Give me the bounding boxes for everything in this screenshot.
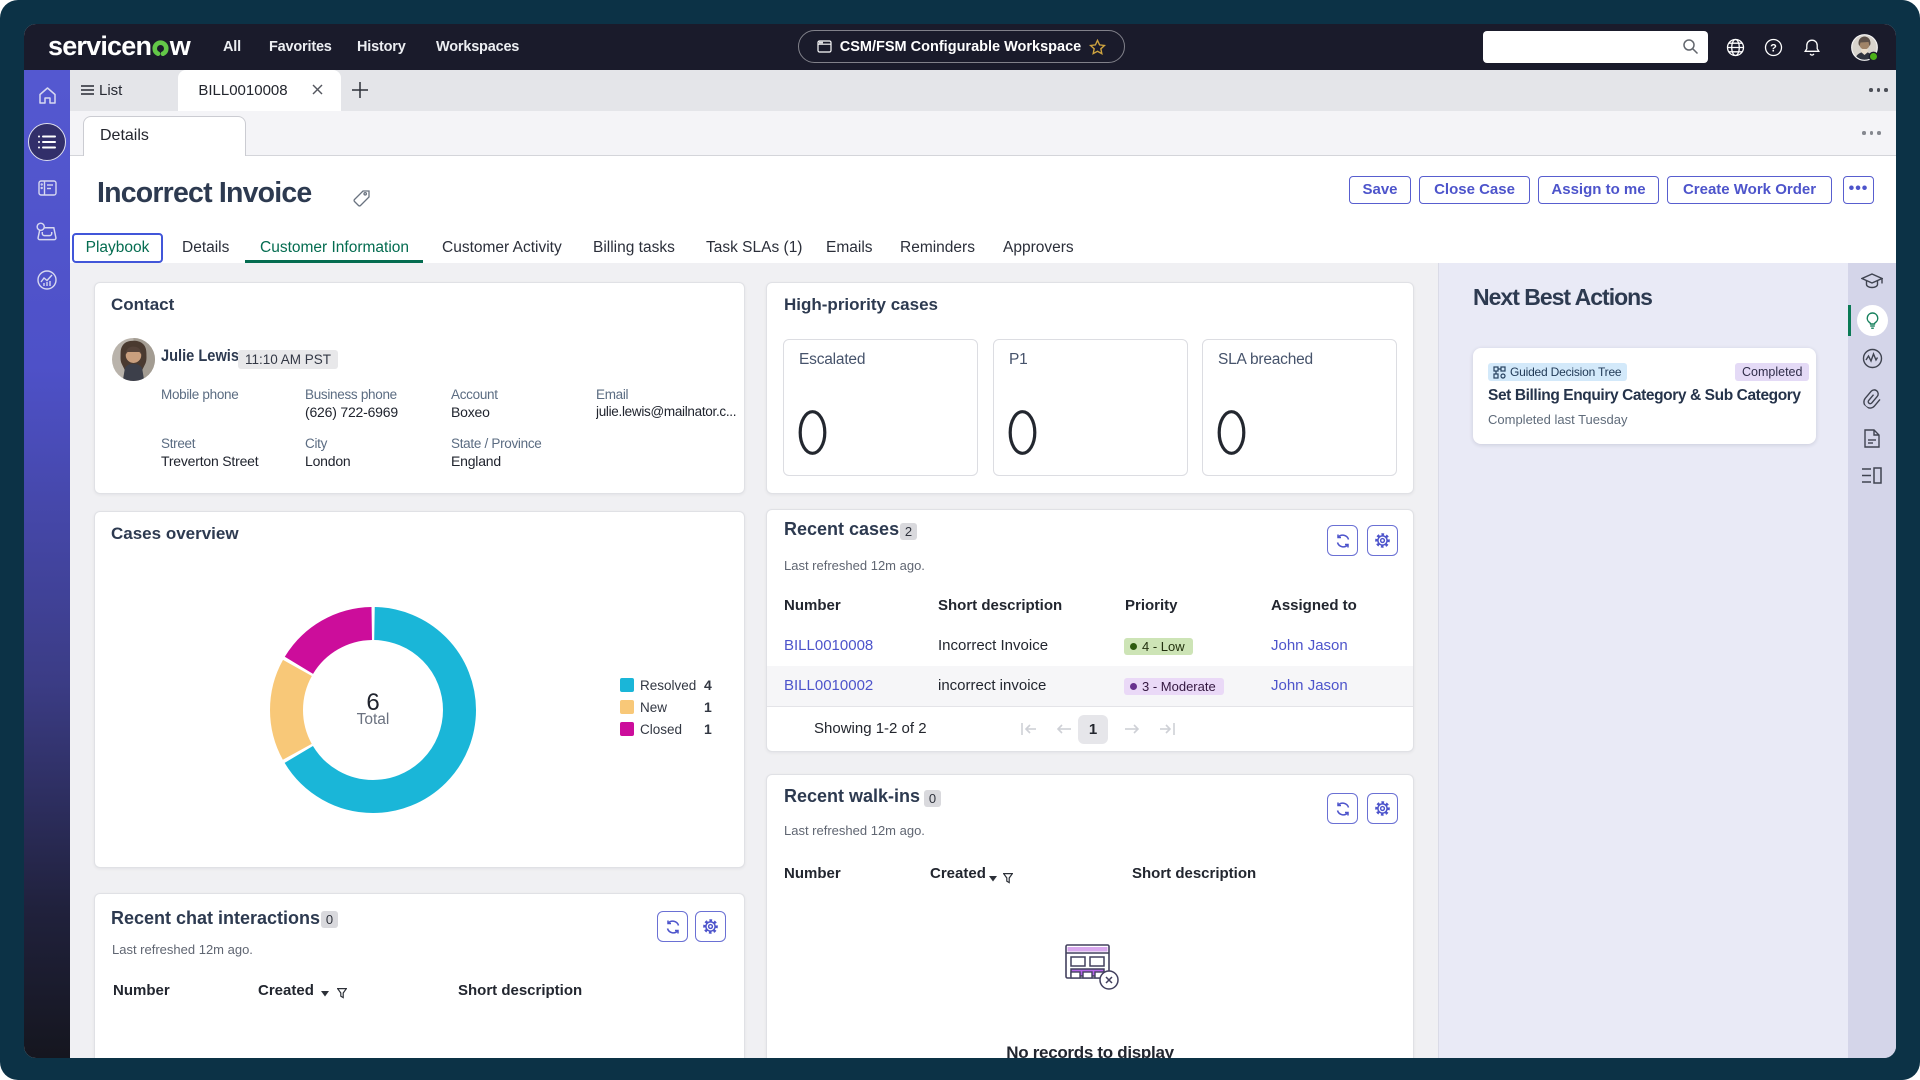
- svg-text:?: ?: [1770, 42, 1777, 54]
